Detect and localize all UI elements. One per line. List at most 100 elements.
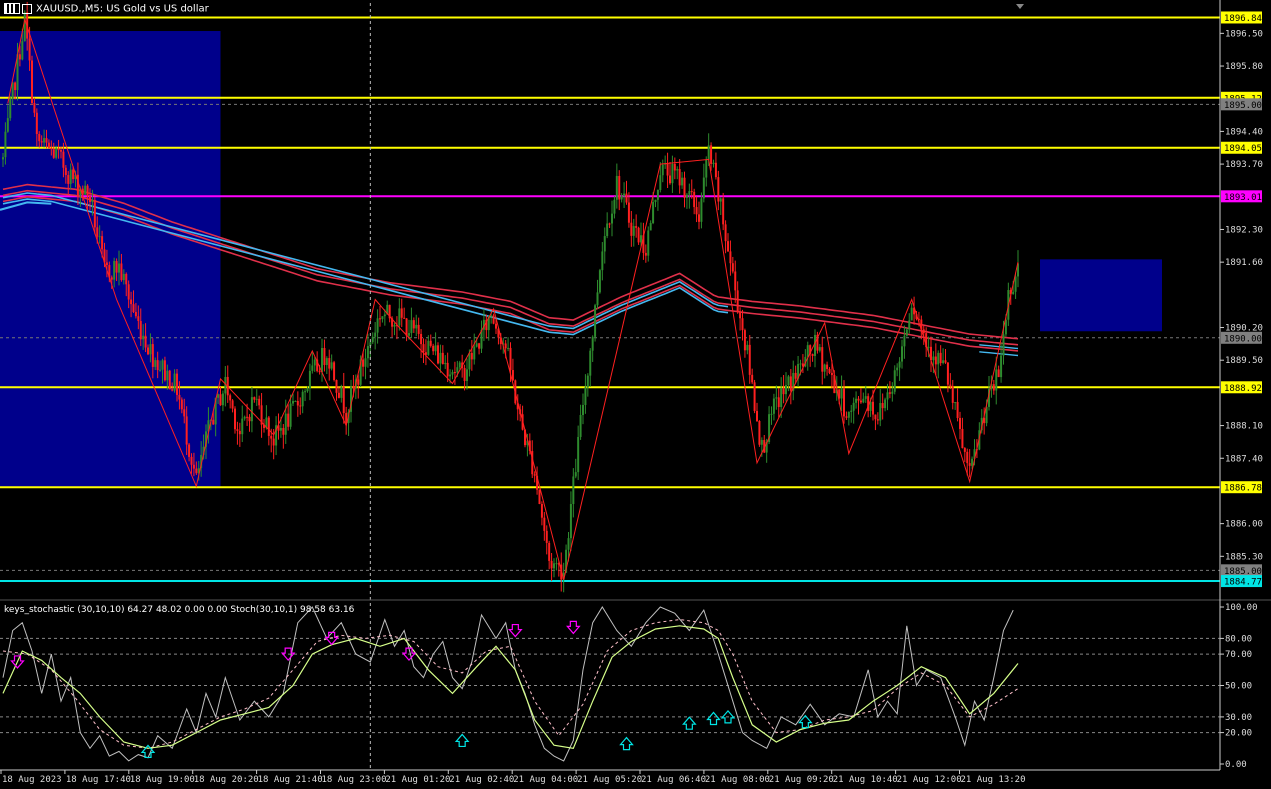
candle-body: [753, 382, 756, 411]
candle-body: [294, 400, 297, 402]
candle-body: [62, 151, 65, 168]
candle-body: [444, 362, 447, 365]
candle-body: [362, 359, 365, 367]
candle-body: [325, 358, 328, 366]
candle-body: [632, 226, 635, 236]
candle-body: [308, 370, 311, 389]
price-label-text: 1886.78: [1224, 484, 1262, 494]
candle-body: [422, 344, 425, 353]
candle-body: [707, 145, 710, 160]
time-tick-label: 21 Aug 04:00: [513, 775, 578, 785]
candle-body: [321, 347, 323, 373]
candle-body: [427, 340, 430, 355]
candle-body: [168, 370, 171, 390]
candle-body: [748, 344, 751, 375]
price-tick-label: 1885.30: [1225, 552, 1263, 562]
candle-body: [739, 311, 742, 319]
candle-body: [775, 397, 778, 399]
time-tick-label: 18 Aug 2023: [2, 775, 62, 785]
candle-body: [229, 395, 232, 401]
candle-body: [105, 262, 108, 266]
candle-body: [492, 315, 495, 324]
candle-body: [132, 304, 135, 313]
candle-body: [234, 408, 236, 430]
candle-body: [608, 223, 611, 225]
candle-body: [231, 400, 234, 409]
candle-body: [712, 162, 715, 164]
candle-body: [652, 201, 655, 224]
candle-body: [777, 397, 780, 408]
candle-body: [789, 376, 792, 391]
candle-body: [178, 394, 181, 400]
candle-body: [282, 427, 285, 435]
candle-body: [818, 347, 821, 351]
candle-body: [743, 330, 746, 351]
candle-body: [710, 145, 713, 164]
indicator-tick-label: 20.00: [1225, 729, 1252, 739]
candle-body: [676, 169, 679, 171]
candle-body: [896, 367, 899, 371]
candle-body: [113, 261, 116, 280]
candle-body: [685, 194, 688, 198]
price-tick-label: 1893.70: [1225, 160, 1263, 170]
candle-body: [615, 175, 618, 200]
candle-body: [149, 344, 152, 355]
candle-body: [432, 345, 435, 352]
candle-body: [115, 261, 118, 273]
candle-body: [606, 223, 609, 237]
window-icon[interactable]: [22, 3, 32, 14]
candle-body: [591, 336, 594, 351]
candle-body: [451, 372, 454, 375]
candle-body: [857, 398, 860, 401]
candle-body: [403, 317, 406, 319]
candle-body: [183, 409, 186, 417]
candle-body: [620, 195, 623, 200]
symbol-title: XAUUSD.,M5: US Gold vs US dollar: [36, 3, 209, 15]
candle-body: [688, 191, 691, 195]
candle-body: [927, 346, 930, 348]
candle-body: [845, 416, 848, 418]
candle-body: [357, 379, 360, 385]
time-tick-label: 21 Aug 08:00: [705, 775, 770, 785]
price-tick-label: 1889.50: [1225, 356, 1263, 366]
candle-body: [212, 419, 215, 425]
price-label-text: 1888.92: [1224, 384, 1262, 394]
candle-body: [942, 360, 945, 364]
candle-body: [458, 362, 461, 368]
candle-body: [125, 273, 128, 285]
candle-body: [40, 141, 43, 143]
candle-body: [241, 418, 244, 435]
candle-body: [922, 329, 925, 334]
candle-body: [110, 277, 113, 280]
time-tick-label: 21 Aug 12:00: [897, 775, 962, 785]
candle-body: [98, 236, 101, 238]
candle-body: [118, 263, 120, 273]
candle-body: [656, 189, 659, 200]
candle-body: [185, 416, 188, 445]
candle-body: [954, 402, 957, 404]
candle-body: [323, 347, 326, 366]
candle-body: [161, 360, 164, 370]
candle-body: [405, 318, 408, 336]
candle-body: [379, 318, 381, 320]
chart-menu-icon[interactable]: [4, 3, 20, 14]
candle-body: [603, 236, 606, 252]
time-tick-label: 21 Aug 06:40: [641, 775, 706, 785]
indicator-title: keys_stochastic (30,10,10) 64.27 48.02 0…: [4, 605, 355, 615]
candle-body: [934, 356, 937, 365]
candle-body: [45, 138, 48, 143]
candle-body: [862, 398, 865, 403]
candle-body: [826, 364, 829, 369]
trading-chart[interactable]: 1896.50 1895.80 1894.40 1893.70 1892.30 1891.…: [0, 0, 1271, 789]
candle-body: [992, 384, 995, 391]
candle-body: [736, 290, 739, 312]
candle-body: [441, 352, 444, 365]
candle-body: [932, 356, 935, 361]
candle-body: [463, 368, 466, 382]
candle-body: [630, 222, 633, 236]
candle-body: [192, 464, 195, 469]
candle-body: [695, 207, 698, 215]
candle-body: [122, 273, 125, 281]
price-tick-label: 1894.40: [1225, 127, 1263, 137]
candle-body: [33, 103, 36, 113]
